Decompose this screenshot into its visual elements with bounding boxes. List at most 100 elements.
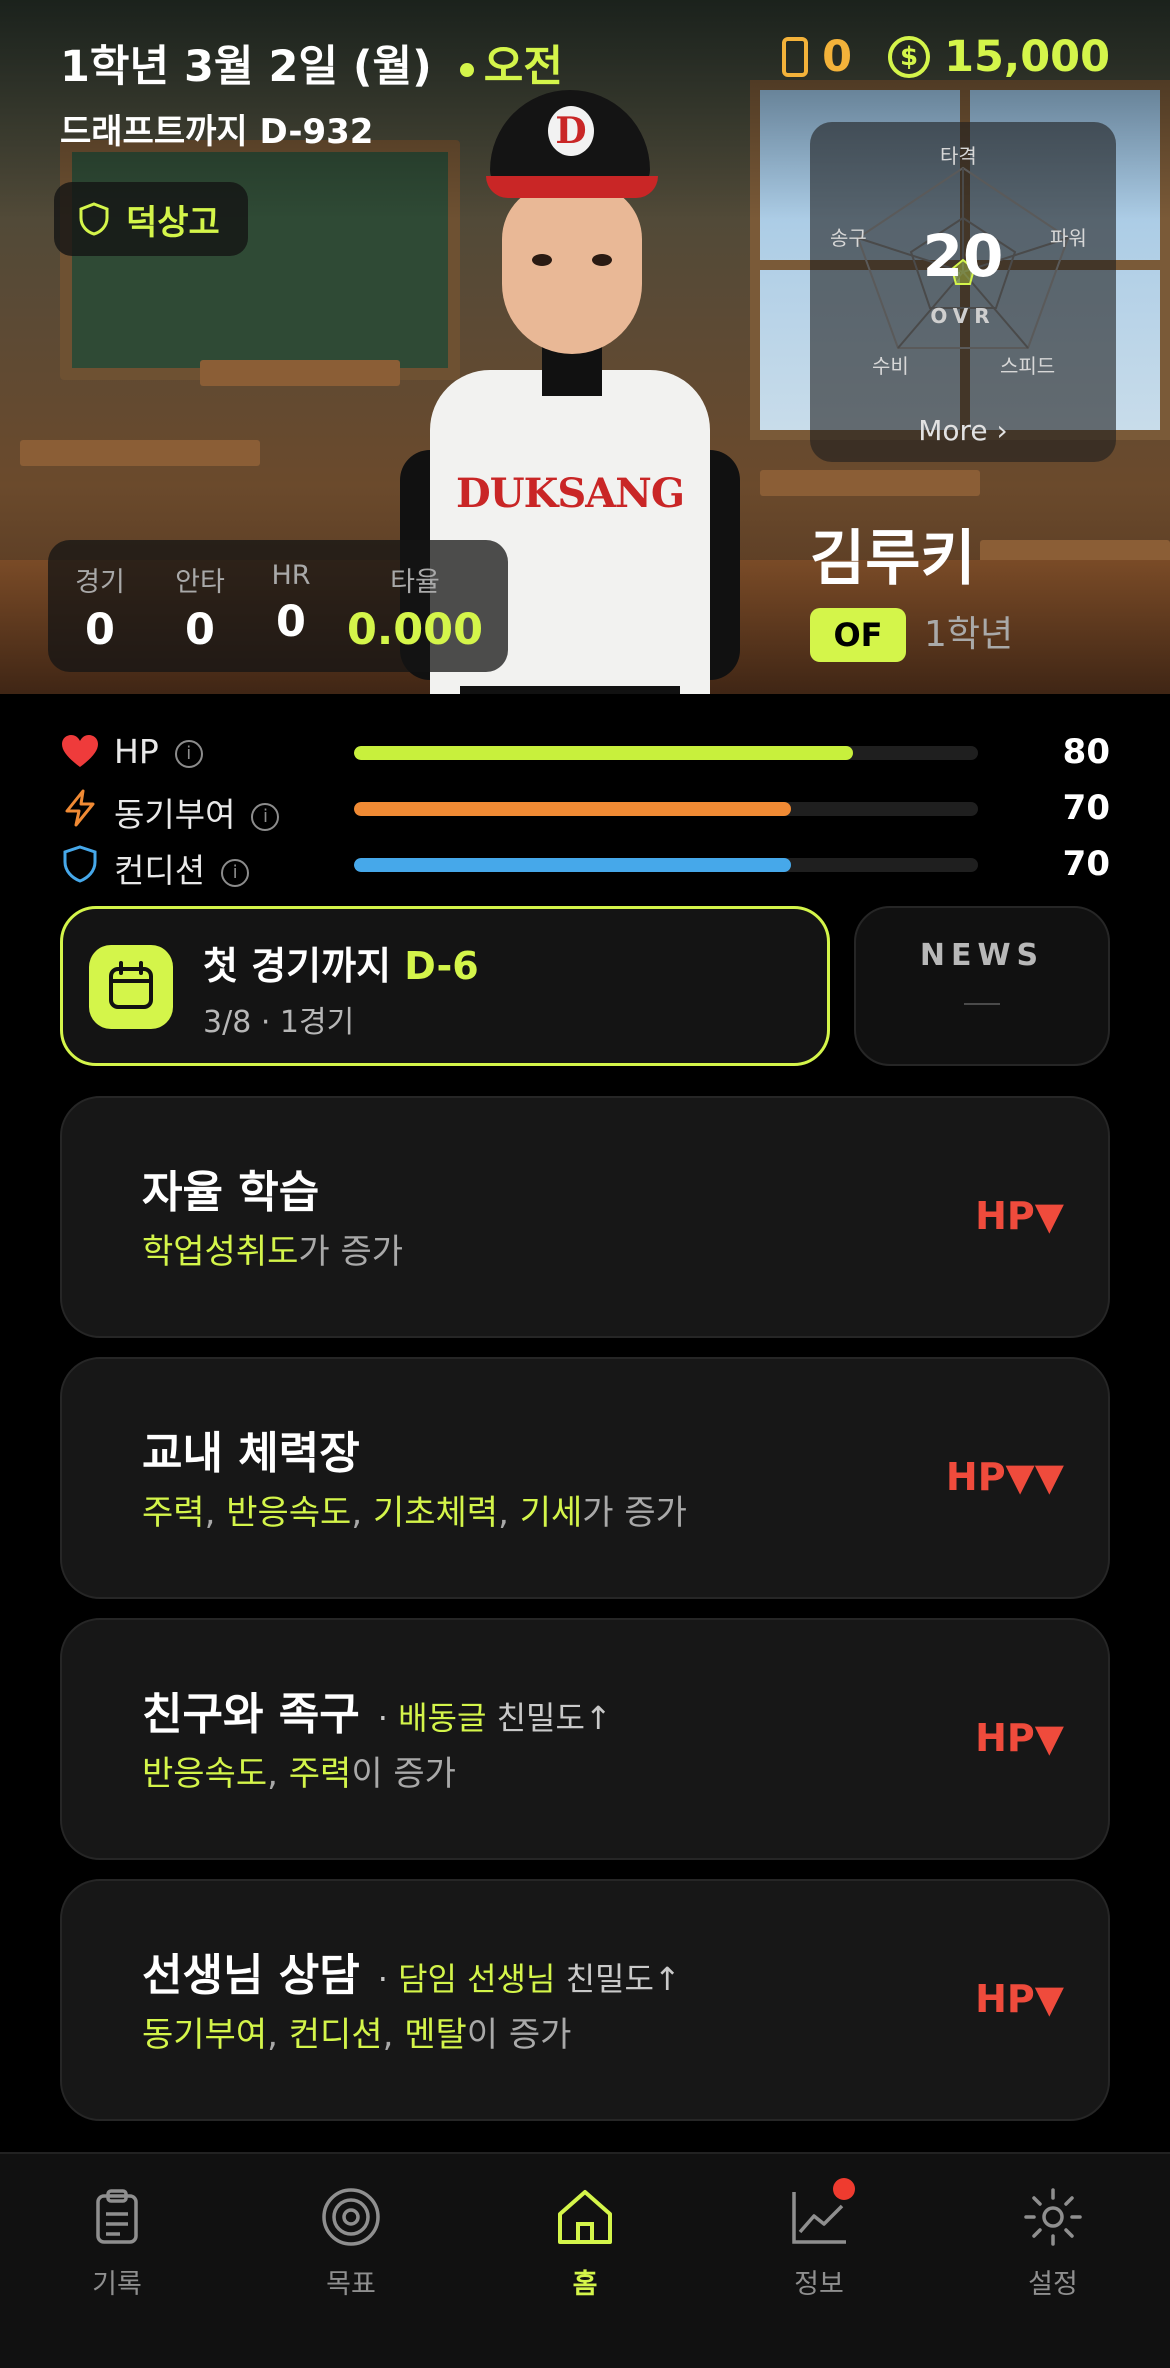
separator: , — [351, 1493, 373, 1533]
record-hits: 안타 0 — [160, 560, 240, 655]
player-name: 김루키 — [810, 524, 976, 594]
school-badge[interactable]: 덕상고 — [54, 182, 248, 256]
hp-cost: HP▼▼ — [945, 1455, 1064, 1499]
separator: , — [498, 1493, 520, 1533]
cap-logo: D — [548, 106, 594, 156]
note-rest: 친밀도↑ — [565, 1960, 681, 1998]
next-game-subtitle: 3/8 · 1경기 — [203, 1005, 355, 1040]
tab-label: 홈 — [572, 2269, 598, 2300]
home-icon — [558, 2190, 612, 2244]
news-button[interactable]: NEWS — [854, 906, 1110, 1066]
school-name: 덕상고 — [126, 202, 220, 243]
stat-value: 70 — [1062, 844, 1110, 884]
condition-bar-track — [354, 858, 978, 872]
wallet[interactable]: 0 $ 15,000 — [782, 32, 1110, 82]
info-icon[interactable]: i — [251, 802, 280, 831]
info-icon[interactable]: i — [174, 739, 203, 768]
baseball-cap: D — [490, 90, 650, 190]
activity-note: · 배동글 친밀도↑ — [378, 1699, 612, 1737]
hp-cost: HP▼ — [975, 1977, 1064, 2021]
stat-condition: 컨디션 i 70 — [60, 842, 1110, 890]
record-value: 0 — [276, 597, 306, 647]
separator: , — [204, 1493, 227, 1533]
condition-bar-fill — [354, 858, 791, 872]
clipboard-icon — [96, 2189, 138, 2244]
stat-highlight: 반응속도 — [142, 1754, 268, 1794]
phone-icon — [782, 37, 809, 77]
ovr-card[interactable]: 타격 송구 파워 수비 스피드 20 OVR More › — [810, 122, 1116, 462]
tab-settings[interactable]: 설정 — [973, 2184, 1133, 2301]
date-text: 1학년 3월 2일 (월) — [60, 42, 432, 92]
game-date: 1학년 3월 2일 (월) 오전 — [60, 32, 563, 94]
separator: , — [267, 2015, 289, 2055]
activity-note: · 담임 선생님 친밀도↑ — [378, 1960, 681, 1998]
tab-label: 정보 — [794, 2269, 844, 2300]
record-label: 경기 — [75, 567, 125, 598]
right-eye — [592, 254, 612, 266]
news-label: NEWS — [919, 938, 1045, 973]
desk — [20, 440, 260, 466]
tab-records[interactable]: 기록 — [37, 2184, 197, 2301]
activity-desc: 동기부여, 컨디션, 멘탈이 증가 — [142, 2007, 571, 2056]
desk — [200, 360, 400, 386]
activity-desc: 반응속도, 주력이 증가 — [142, 1746, 456, 1795]
stat-label-text: 동기부여 — [114, 795, 236, 834]
time-dot-icon — [459, 62, 474, 77]
activity-title: 친구와 족구 — [142, 1689, 360, 1740]
radar-label-top: 타격 — [940, 144, 977, 168]
time-of-day: 오전 — [483, 42, 563, 92]
tab-info[interactable]: 정보 — [739, 2178, 899, 2301]
stat-highlight: 동기부여 — [142, 2015, 268, 2055]
separator: , — [267, 1754, 289, 1794]
radar-label-bottom-right: 스피드 — [1000, 354, 1056, 378]
activity-title: 자율 학습 — [142, 1167, 320, 1218]
stat-value: 80 — [1062, 732, 1110, 772]
next-game-dday: D-6 — [404, 944, 479, 988]
money-amount: 15,000 — [944, 32, 1110, 82]
hp-bar-track — [354, 746, 978, 760]
tab-label: 설정 — [1028, 2269, 1078, 2300]
season-record: 경기 0 안타 0 HR 0 타율 0.000 — [48, 540, 508, 672]
dollar-icon: $ — [888, 36, 931, 78]
note-target: 배동글 — [398, 1699, 487, 1737]
motivation-bar-track — [354, 802, 978, 816]
ovr-label: OVR — [930, 304, 996, 328]
draft-countdown: 드래프트까지 D-932 — [60, 112, 374, 152]
tab-goals[interactable]: 목표 — [271, 2184, 431, 2301]
tab-home[interactable]: 홈 — [505, 2184, 665, 2301]
tab-label: 기록 — [92, 2269, 142, 2300]
calendar-icon — [89, 945, 173, 1029]
record-hr: HR 0 — [256, 560, 326, 647]
bottom-tab-bar: 기록 목표 홈 정보 설정 — [0, 2152, 1170, 2368]
record-games: 경기 0 — [70, 560, 130, 655]
activity-title-row: 선생님 상담 · 담임 선생님 친밀도↑ — [142, 1939, 681, 2003]
separator: , — [382, 2015, 405, 2055]
record-value: 0.000 — [346, 605, 483, 655]
stat-motivation: 동기부여 i 70 — [60, 786, 1110, 834]
activity-card-self-study[interactable]: 자율 학습 학업성취도가 증가 HP▼ — [60, 1096, 1110, 1338]
record-value: 0 — [85, 605, 115, 655]
stat-label-text: HP — [114, 732, 159, 771]
stat-label: 컨디션 i — [114, 844, 250, 892]
activity-card-teacher-counsel[interactable]: 선생님 상담 · 담임 선생님 친밀도↑ 동기부여, 컨디션, 멘탈이 증가 HP… — [60, 1879, 1110, 2121]
activity-card-footvolley[interactable]: 친구와 족구 · 배동글 친밀도↑ 반응속도, 주력이 증가 HP▼ — [60, 1618, 1110, 1860]
shield-icon — [63, 845, 97, 883]
note-rest: 친밀도↑ — [496, 1699, 612, 1737]
hp-bar-fill — [354, 746, 854, 760]
cap-brim — [486, 176, 658, 198]
left-eye — [532, 254, 552, 266]
info-icon[interactable]: i — [221, 858, 250, 887]
record-avg: 타율 0.000 — [338, 560, 492, 655]
activity-desc: 주력, 반응속도, 기초체력, 기세가 증가 — [142, 1485, 687, 1534]
next-game-card[interactable]: 첫 경기까지 D-6 3/8 · 1경기 — [60, 906, 830, 1066]
stat-highlight: 멘탈 — [404, 2015, 467, 2055]
more-link[interactable]: More › — [810, 414, 1116, 447]
desc-suffix: 가 증가 — [298, 1232, 404, 1272]
radar-label-bottom-left: 수비 — [872, 354, 909, 378]
activity-card-fitness-test[interactable]: 교내 체력장 주력, 반응속도, 기초체력, 기세가 증가 HP▼▼ — [60, 1357, 1110, 1599]
record-label: HR — [271, 560, 311, 591]
desc-suffix: 이 증가 — [466, 2015, 572, 2055]
target-icon — [322, 2188, 380, 2246]
record-label: 안타 — [175, 567, 225, 598]
hero-banner: DUKSANG D 1학년 3월 2일 (월) 오전 드래프트까지 D-932 덕… — [0, 0, 1170, 694]
